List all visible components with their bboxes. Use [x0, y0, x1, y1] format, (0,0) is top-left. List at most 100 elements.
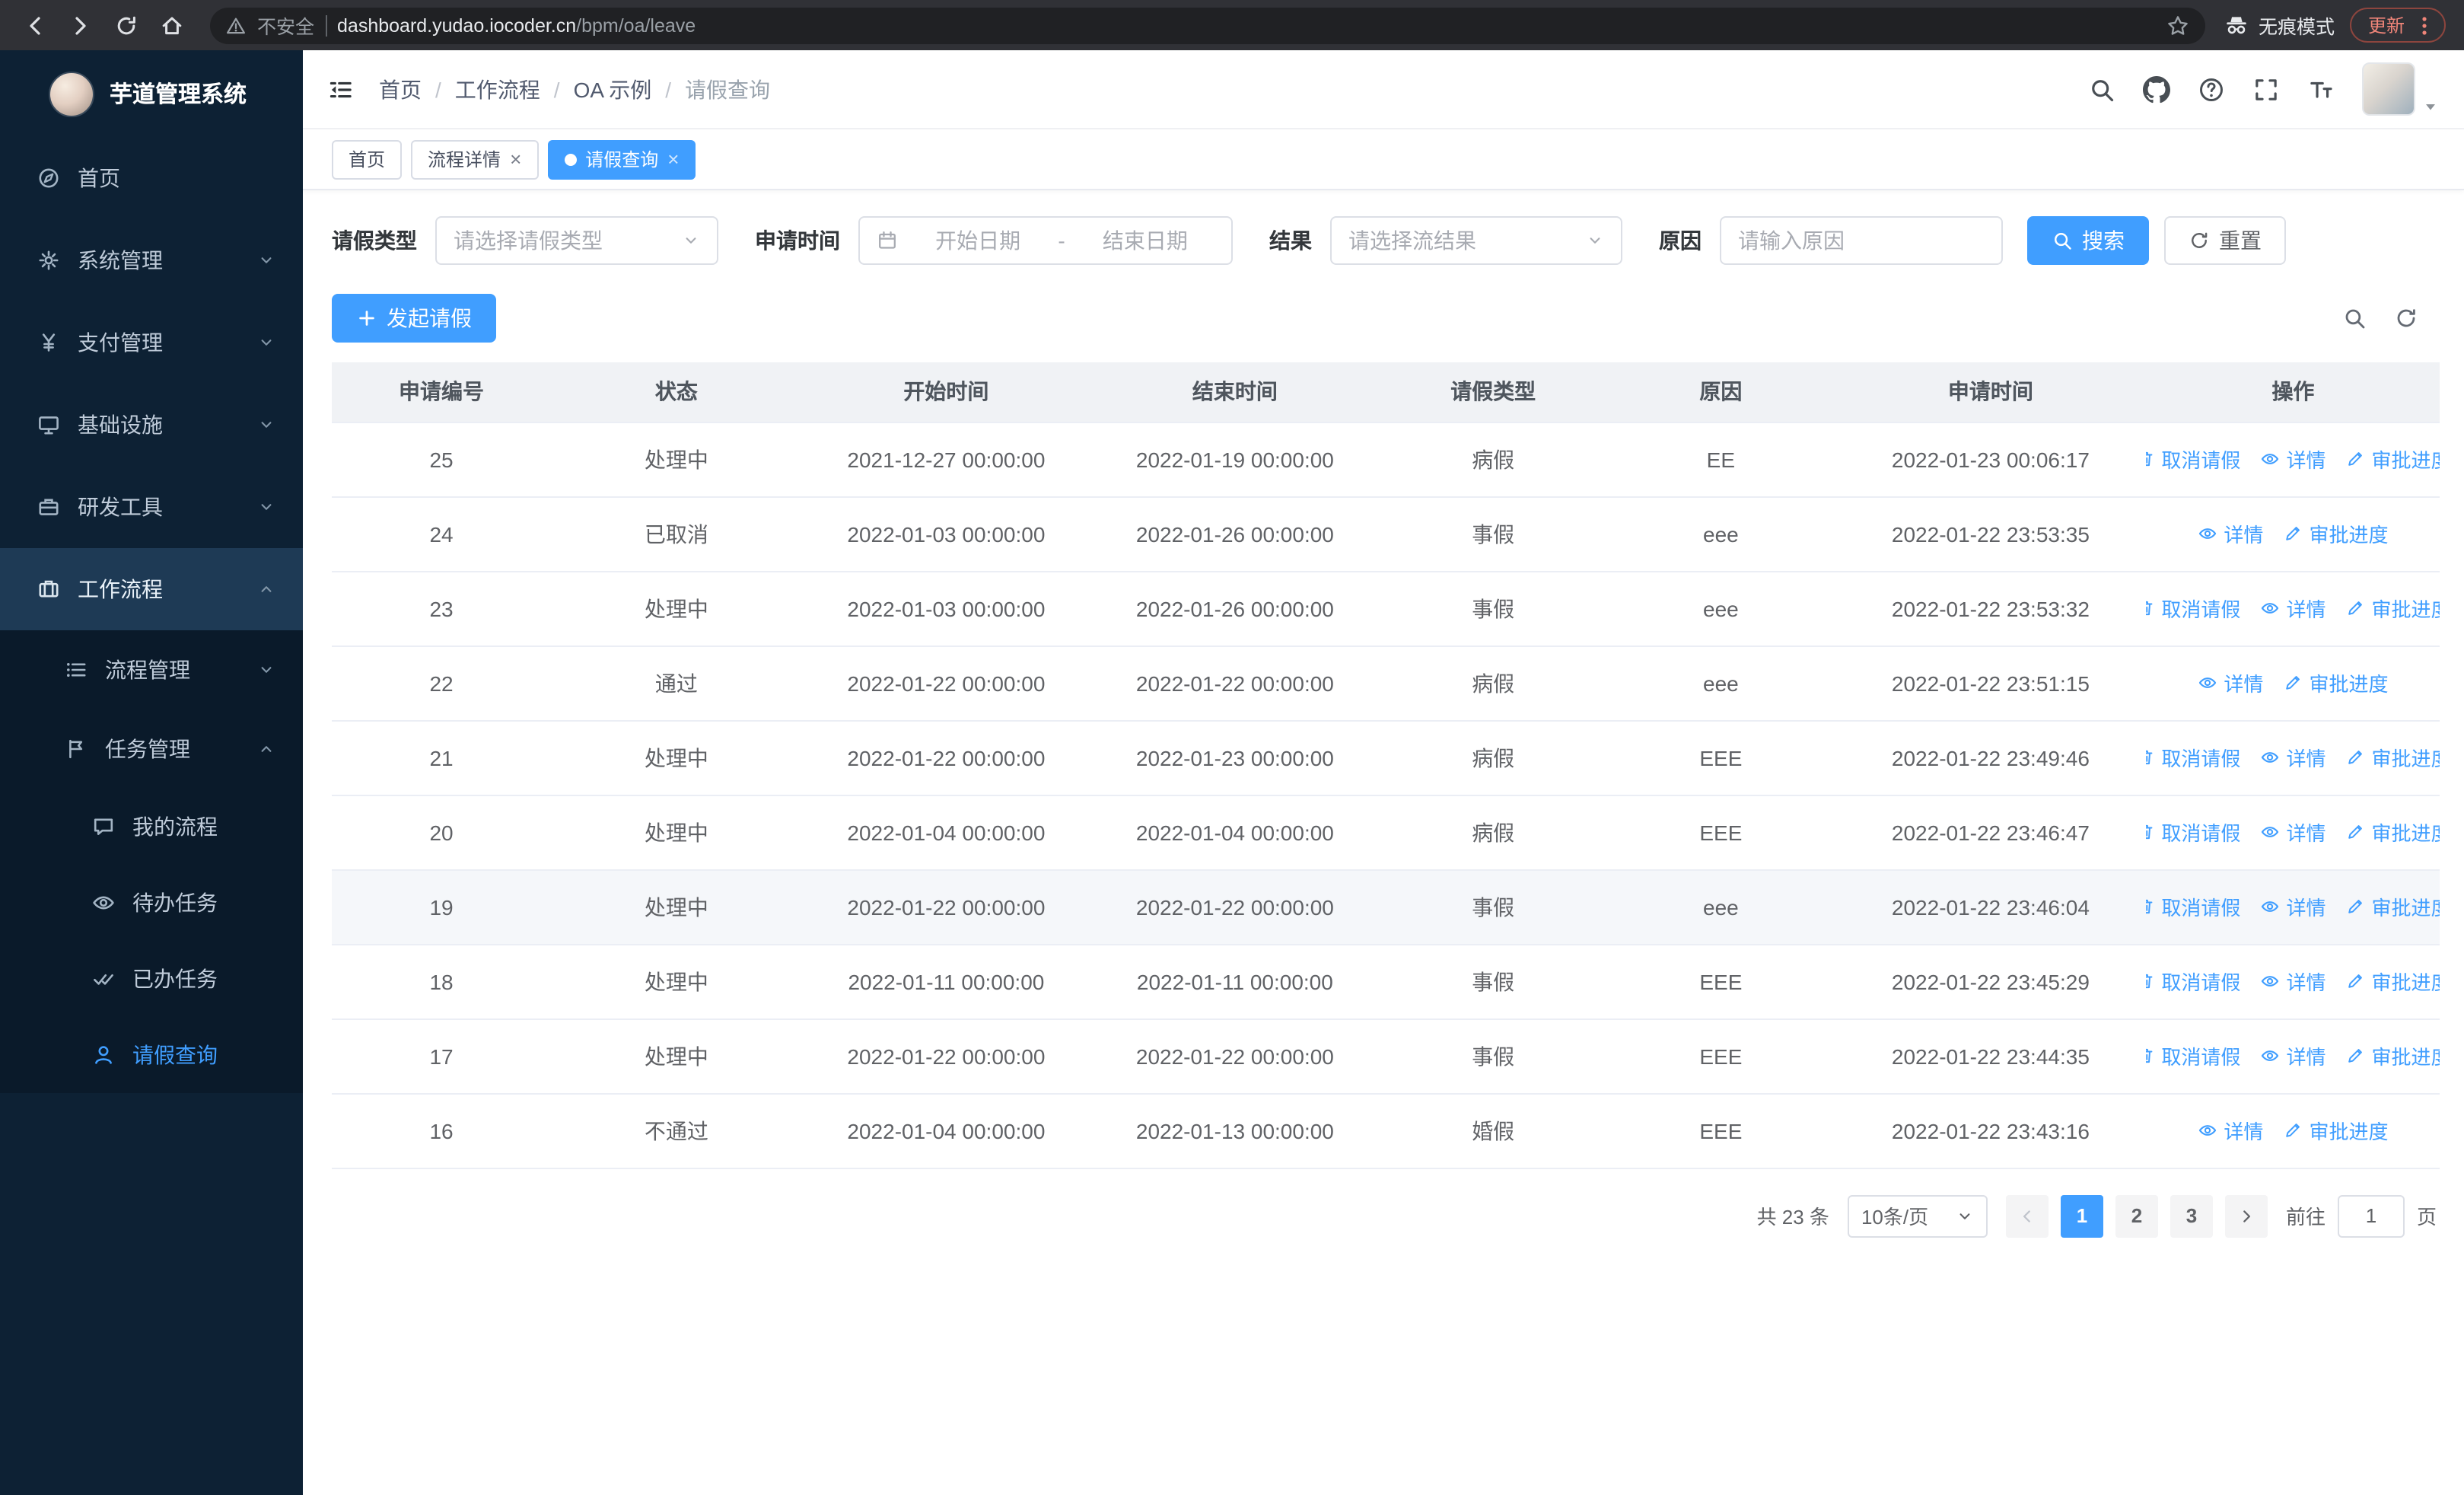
browser-menu-icon[interactable] — [2412, 13, 2437, 37]
help-icon[interactable] — [2198, 75, 2225, 103]
calendar-icon — [877, 230, 898, 251]
col-apply-id: 申请编号 — [332, 362, 552, 422]
cell-actions: 详情 审批进度 — [2146, 1093, 2440, 1168]
apply-time-range-picker[interactable]: 开始日期 - 结束日期 — [858, 216, 1233, 265]
breadcrumb-home[interactable]: 首页 — [379, 74, 422, 104]
cancel-leave-link[interactable]: 取消请假 — [2147, 445, 2240, 473]
cell-reason: eee — [1606, 645, 1835, 721]
sidebar-collapse-icon[interactable] — [327, 75, 355, 103]
approval-progress-link[interactable]: 审批进度 — [2345, 892, 2440, 921]
approval-progress-link[interactable]: 审批进度 — [2345, 594, 2440, 623]
detail-link[interactable]: 详情 — [2260, 892, 2326, 921]
github-icon[interactable] — [2143, 75, 2170, 103]
browser-back-button[interactable] — [15, 5, 55, 45]
cell-start-time: 2022-01-04 00:00:00 — [801, 1093, 1091, 1168]
browser-home-button[interactable] — [152, 5, 192, 45]
sidebar-item-process-management[interactable]: 流程管理 — [0, 630, 303, 709]
cancel-leave-link[interactable]: 取消请假 — [2147, 818, 2240, 846]
detail-link[interactable]: 详情 — [2198, 519, 2263, 548]
next-page-button[interactable] — [2224, 1194, 2268, 1237]
search-button[interactable]: 搜索 — [2027, 216, 2149, 265]
incognito-icon — [2224, 12, 2249, 38]
cancel-leave-link[interactable]: 取消请假 — [2147, 892, 2240, 921]
prev-page-button[interactable] — [2005, 1194, 2049, 1237]
cancel-leave-link[interactable]: 取消请假 — [2147, 743, 2240, 772]
cell-end-time: 2022-01-26 00:00:00 — [1090, 571, 1380, 646]
browser-reload-button[interactable] — [107, 5, 146, 45]
sidebar-item-todo-tasks[interactable]: 待办任务 — [0, 865, 303, 941]
search-icon[interactable] — [2088, 75, 2115, 103]
result-select[interactable]: 请选择流结果 — [1330, 216, 1622, 265]
close-icon[interactable]: × — [667, 149, 679, 169]
chevron-down-icon — [1956, 1207, 1974, 1225]
refresh-table-icon[interactable] — [2394, 306, 2418, 330]
page-url: dashboard.yudao.iocoder.cn/bpm/oa/leave — [337, 14, 696, 36]
page-button-1[interactable]: 1 — [2060, 1194, 2103, 1237]
end-date-placeholder: 结束日期 — [1102, 228, 1188, 253]
sidebar-item-workflow[interactable]: 工作流程 — [0, 548, 303, 630]
detail-link[interactable]: 详情 — [2198, 1116, 2263, 1145]
update-button[interactable]: 更新 — [2349, 8, 2446, 43]
list-icon — [64, 658, 88, 682]
warning-icon — [225, 14, 247, 36]
app-logo[interactable]: 芋道管理系统 — [0, 50, 303, 137]
cell-reason: EE — [1606, 422, 1835, 497]
bookmark-star-icon[interactable] — [2166, 13, 2190, 37]
detail-link[interactable]: 详情 — [2260, 967, 2326, 996]
sidebar-item-done-tasks[interactable]: 已办任务 — [0, 941, 303, 1017]
fullscreen-icon[interactable] — [2252, 75, 2280, 103]
cell-actions: 取消请假 详情 审批进度 — [2146, 795, 2440, 870]
cell-start-time: 2022-01-03 00:00:00 — [801, 496, 1091, 572]
approval-progress-link[interactable]: 审批进度 — [2283, 668, 2388, 697]
sidebar-item-infrastructure[interactable]: 基础设施 — [0, 384, 303, 466]
reset-button[interactable]: 重置 — [2164, 216, 2286, 265]
tab-home[interactable]: 首页 — [332, 139, 403, 179]
tab-process-detail[interactable]: 流程详情 × — [411, 139, 539, 179]
cancel-leave-link[interactable]: 取消请假 — [2147, 967, 2240, 996]
sidebar-item-home[interactable]: 首页 — [0, 137, 303, 219]
security-label: 不安全 — [257, 17, 315, 38]
approval-progress-link[interactable]: 审批进度 — [2345, 743, 2440, 772]
detail-link[interactable]: 详情 — [2198, 668, 2263, 697]
detail-link[interactable]: 详情 — [2260, 1041, 2326, 1070]
user-menu[interactable] — [2362, 62, 2440, 116]
sidebar-item-my-processes[interactable]: 我的流程 — [0, 789, 303, 865]
address-bar[interactable]: 不安全 dashboard.yudao.iocoder.cn/bpm/oa/le… — [210, 7, 2205, 43]
search-toggle-icon[interactable] — [2342, 306, 2367, 330]
cell-reason: EEE — [1606, 720, 1835, 795]
cancel-leave-link[interactable]: 取消请假 — [2147, 1041, 2240, 1070]
sidebar-item-payment-management[interactable]: 支付管理 — [0, 301, 303, 384]
tab-leave-query[interactable]: 请假查询 × — [547, 139, 696, 179]
cancel-leave-link[interactable]: 取消请假 — [2147, 594, 2240, 623]
approval-progress-link[interactable]: 审批进度 — [2283, 1116, 2388, 1145]
sidebar-item-leave-query[interactable]: 请假查询 — [0, 1017, 303, 1093]
breadcrumb-workflow[interactable]: 工作流程 — [455, 74, 540, 104]
approval-progress-link[interactable]: 审批进度 — [2345, 967, 2440, 996]
goto-page-input[interactable] — [2337, 1194, 2405, 1237]
reason-input[interactable] — [1738, 228, 1985, 253]
close-icon[interactable]: × — [510, 149, 521, 169]
create-leave-button[interactable]: 发起请假 — [332, 294, 496, 343]
breadcrumb-oa-example[interactable]: OA 示例 — [574, 74, 652, 104]
eye-icon — [91, 891, 116, 915]
font-size-icon[interactable] — [2307, 75, 2335, 103]
approval-progress-link[interactable]: 审批进度 — [2345, 1041, 2440, 1070]
table-row: 23 处理中 2022-01-03 00:00:00 2022-01-26 00… — [332, 571, 2440, 646]
approval-progress-link[interactable]: 审批进度 — [2345, 818, 2440, 846]
browser-forward-button[interactable] — [61, 5, 100, 45]
page-button-3[interactable]: 3 — [2170, 1194, 2213, 1237]
approval-progress-link[interactable]: 审批进度 — [2345, 445, 2440, 473]
breadcrumb-separator: / — [553, 77, 560, 101]
page-size-select[interactable]: 10条/页 — [1847, 1194, 1988, 1237]
cell-actions: 取消请假 详情 审批进度 — [2146, 1018, 2440, 1094]
leave-type-select[interactable]: 请选择请假类型 — [435, 216, 718, 265]
detail-link[interactable]: 详情 — [2260, 445, 2326, 473]
detail-link[interactable]: 详情 — [2260, 818, 2326, 846]
detail-link[interactable]: 详情 — [2260, 594, 2326, 623]
detail-link[interactable]: 详情 — [2260, 743, 2326, 772]
sidebar-item-task-management[interactable]: 任务管理 — [0, 709, 303, 789]
page-button-2[interactable]: 2 — [2115, 1194, 2158, 1237]
sidebar-item-dev-tools[interactable]: 研发工具 — [0, 466, 303, 548]
sidebar-item-system-management[interactable]: 系统管理 — [0, 219, 303, 301]
approval-progress-link[interactable]: 审批进度 — [2283, 519, 2388, 548]
